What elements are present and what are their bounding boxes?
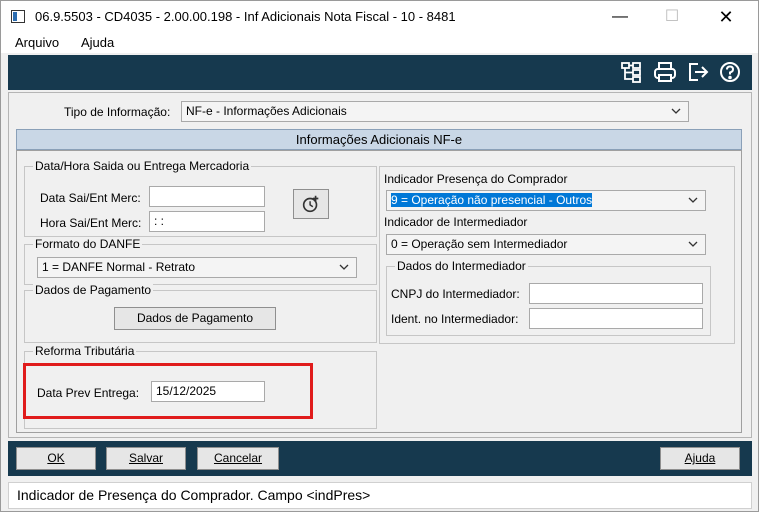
cancelar-label: Cancelar: [213, 451, 263, 465]
exit-icon[interactable]: [685, 59, 711, 85]
formato-danfe-value: 1 = DANFE Normal - Retrato: [42, 260, 196, 274]
formato-danfe-group-title: Formato do DANFE: [33, 237, 143, 251]
cancelar-button[interactable]: Cancelar: [197, 447, 279, 470]
hora-saida-label: Hora Sai/Ent Merc:: [40, 216, 142, 230]
toolbar: [8, 55, 752, 90]
dados-intermediador-group-title: Dados do Intermediador: [395, 259, 528, 273]
presenca-label: Indicador Presença do Comprador: [384, 172, 568, 186]
tree-structure-icon[interactable]: [618, 59, 644, 85]
minimize-button[interactable]: —: [597, 1, 643, 33]
menu-arquivo[interactable]: Arquivo: [15, 35, 59, 50]
menu-bar: Arquivo Ajuda: [1, 33, 758, 53]
salvar-button[interactable]: Salvar: [106, 447, 186, 470]
ident-intermediador-label: Ident. no Intermediador:: [391, 312, 519, 326]
help-icon[interactable]: [717, 59, 743, 85]
chevron-down-icon: [339, 264, 349, 270]
close-button[interactable]: ✕: [703, 1, 749, 33]
window: 06.9.5503 - CD4035 - 2.00.00.198 - Inf A…: [0, 0, 759, 512]
maximize-button[interactable]: ☐: [649, 1, 695, 33]
section-header: Informações Adicionais NF-e: [16, 129, 742, 150]
salvar-label: Salvar: [128, 451, 163, 465]
ajuda-label: Ajuda: [684, 451, 716, 465]
tipo-informacao-value: NF-e - Informações Adicionais: [186, 104, 347, 118]
window-title: 06.9.5503 - CD4035 - 2.00.00.198 - Inf A…: [35, 9, 456, 24]
tipo-informacao-label: Tipo de Informação:: [64, 105, 171, 119]
data-hora-group-title: Data/Hora Saida ou Entrega Mercadoria: [33, 159, 252, 173]
intermediador-label: Indicador de Intermediador: [384, 215, 528, 229]
ident-intermediador-input[interactable]: [529, 308, 703, 329]
chevron-down-icon: [671, 108, 681, 114]
current-time-button[interactable]: [293, 189, 329, 219]
reforma-group-title: Reforma Tributária: [33, 344, 137, 358]
cnpj-intermediador-input[interactable]: [529, 283, 703, 304]
formato-danfe-select[interactable]: 1 = DANFE Normal - Retrato: [37, 257, 357, 278]
chevron-down-icon: [688, 197, 698, 203]
data-saida-input[interactable]: [149, 186, 265, 207]
ok-button[interactable]: OK: [16, 447, 96, 470]
presenca-value: 9 = Operação não presencial - Outros: [391, 193, 593, 207]
tipo-informacao-select[interactable]: NF-e - Informações Adicionais: [181, 101, 689, 122]
hora-saida-input[interactable]: : :: [149, 211, 265, 232]
status-bar: Indicador de Presença do Comprador. Camp…: [8, 482, 752, 509]
menu-ajuda[interactable]: Ajuda: [81, 35, 114, 50]
title-bar: 06.9.5503 - CD4035 - 2.00.00.198 - Inf A…: [1, 1, 758, 33]
pagamento-group-title: Dados de Pagamento: [33, 283, 154, 297]
ok-label: OK: [47, 451, 65, 465]
presenca-select[interactable]: 9 = Operação não presencial - Outros: [386, 190, 706, 211]
chevron-down-icon: [688, 241, 698, 247]
app-icon: [11, 10, 25, 23]
intermediador-value: 0 = Operação sem Intermediador: [391, 237, 568, 251]
clock-plus-icon: [302, 195, 319, 213]
data-saida-label: Data Sai/Ent Merc:: [40, 191, 141, 205]
button-bar: OK Salvar Cancelar Ajuda: [8, 441, 752, 476]
highlight-box: [23, 363, 313, 419]
ajuda-button[interactable]: Ajuda: [660, 447, 740, 470]
printer-icon[interactable]: [652, 59, 678, 85]
cnpj-intermediador-label: CNPJ do Intermediador:: [391, 287, 520, 301]
intermediador-select[interactable]: 0 = Operação sem Intermediador: [386, 234, 706, 255]
dados-pagamento-button[interactable]: Dados de Pagamento: [114, 307, 276, 330]
